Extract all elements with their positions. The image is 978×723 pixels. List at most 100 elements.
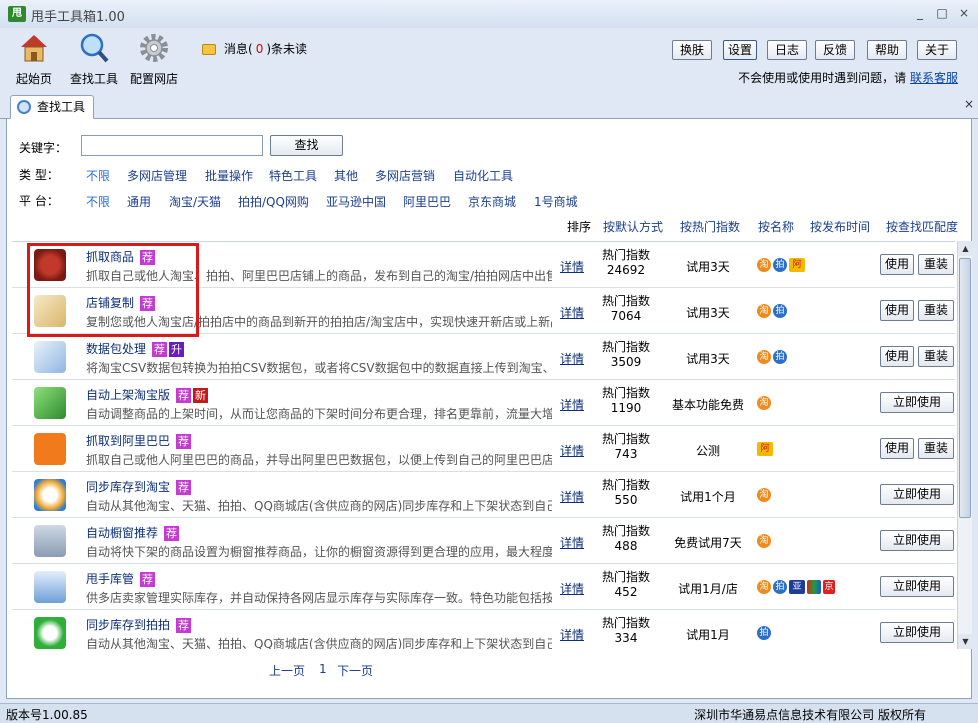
sort-name[interactable]: 按名称: [758, 218, 794, 235]
tool-name[interactable]: 抓取到阿里巴巴荐: [86, 432, 192, 449]
keyword-label: 关键字：: [19, 141, 68, 155]
type-filter-any[interactable]: 不限: [86, 167, 110, 184]
tool-desc: 抓取自己或他人阿里巴巴的商品，并导出阿里巴巴数据包，以便上传到自己的阿里巴巴店铺: [86, 453, 552, 467]
next-page-link[interactable]: 下一页: [337, 662, 373, 679]
hot-index: 热门指数 488: [598, 524, 654, 554]
detail-link[interactable]: 详情: [560, 488, 584, 505]
shop-platforms: 淘: [757, 395, 773, 411]
scroll-down-icon[interactable]: ▼: [958, 634, 973, 649]
shelf-arrow-icon: [34, 387, 66, 419]
taobao-icon: 淘: [757, 533, 771, 548]
toolbar-config-shop-label: 配置网店: [129, 72, 178, 86]
tool-name[interactable]: 甩手库管荐: [86, 570, 156, 587]
tool-desc: 自动从其他淘宝、天猫、拍拍、QQ商城店(含供应商的网店)同步库存和上下架状态到自…: [86, 499, 552, 513]
tool-name-text: 数据包处理: [86, 342, 147, 356]
platform-filter-amazon[interactable]: 亚马逊中国: [326, 193, 386, 210]
platform-filter-taobao[interactable]: 淘宝/天猫: [169, 193, 221, 210]
envelope-icon: [202, 44, 216, 55]
tool-row: 数据包处理荐升 将淘宝CSV数据包转换为拍拍CSV数据包，或者将CSV数据包中的…: [12, 334, 955, 380]
settings-button[interactable]: 设置: [723, 40, 757, 60]
help-button[interactable]: 帮助: [867, 40, 907, 60]
type-filter-marketing[interactable]: 多网店营销: [375, 167, 435, 184]
use-button[interactable]: 使用: [880, 346, 914, 367]
tool-name[interactable]: 数据包处理荐升: [86, 340, 185, 357]
detail-link[interactable]: 详情: [560, 534, 584, 551]
reinstall-button[interactable]: 重装: [918, 300, 954, 321]
sort-hot[interactable]: 按热门指数: [680, 218, 740, 235]
type-filter-featured[interactable]: 特色工具: [269, 167, 317, 184]
use-now-button[interactable]: 立即使用: [880, 530, 954, 551]
platform-filter-jd[interactable]: 京东商城: [468, 193, 516, 210]
taobao-icon: 淘: [757, 303, 771, 318]
use-button[interactable]: 使用: [880, 300, 914, 321]
inventory-icon: [34, 571, 66, 603]
scroll-up-icon[interactable]: ▲: [958, 241, 973, 256]
type-filter-automation[interactable]: 自动化工具: [453, 167, 513, 184]
platform-filter-general[interactable]: 通用: [127, 193, 151, 210]
platform-filter-yhd[interactable]: 1号商城: [534, 193, 578, 210]
use-button[interactable]: 使用: [880, 438, 914, 459]
about-button[interactable]: 关于: [917, 40, 957, 60]
tool-name[interactable]: 同步库存到拍拍荐: [86, 616, 192, 633]
log-button[interactable]: 日志: [767, 40, 807, 60]
use-button[interactable]: 使用: [880, 254, 914, 275]
paipai-icon: 拍: [757, 625, 771, 640]
toolbar-config-shop[interactable]: 配置网店: [124, 32, 184, 87]
sort-publish-time[interactable]: 按发布时间: [810, 218, 870, 235]
detail-link[interactable]: 详情: [560, 442, 584, 459]
use-now-button[interactable]: 立即使用: [880, 392, 954, 413]
main-toolbar: 起始页 查找工具 配置网店 消息(0)条未读 换肤 设置 日志 反馈 帮助 关于…: [0, 28, 978, 90]
keyword-input[interactable]: [81, 135, 263, 156]
use-now-button[interactable]: 立即使用: [880, 622, 954, 643]
reinstall-button[interactable]: 重装: [918, 346, 954, 367]
sort-match[interactable]: 按查找匹配度: [886, 218, 958, 235]
reinstall-button[interactable]: 重装: [918, 438, 954, 459]
prev-page-link[interactable]: 上一页: [269, 662, 305, 679]
copyright-label: 深圳市华通易点信息技术有限公司 版权所有: [694, 708, 926, 722]
tool-name[interactable]: 自动橱窗推荐荐: [86, 524, 180, 541]
toolbar-start-page[interactable]: 起始页: [4, 32, 64, 87]
find-tools-panel: 关键字： 查找 类 型： 不限 多网店管理 批量操作 特色工具 其他 多网店营销…: [6, 119, 973, 699]
minimize-button[interactable]: _: [912, 5, 928, 21]
hot-value: 3509: [610, 355, 642, 369]
detail-link[interactable]: 详情: [560, 626, 584, 643]
recommend-badge: 荐: [140, 572, 156, 587]
tool-name[interactable]: 自动上架淘宝版荐新: [86, 386, 209, 403]
tool-desc: 供多店卖家管理实际库存，并自动保持各网店显示库存与实际库存一致。特色功能包括按供…: [86, 591, 552, 605]
tab-find-tools[interactable]: 查找工具: [10, 95, 94, 119]
list-scrollbar[interactable]: ▲ ▼: [957, 241, 973, 649]
type-filter-multi-shop[interactable]: 多网店管理: [127, 167, 187, 184]
close-tab-icon[interactable]: ×: [964, 97, 974, 111]
platform-filter-paipai[interactable]: 拍拍/QQ网购: [238, 193, 309, 210]
type-filter-other[interactable]: 其他: [334, 167, 358, 184]
sync-paipai-icon: [34, 617, 66, 649]
detail-link[interactable]: 详情: [560, 258, 584, 275]
platform-filter-alibaba[interactable]: 阿里巴巴: [403, 193, 451, 210]
message-notice[interactable]: 消息(0)条未读: [202, 40, 307, 57]
close-window-button[interactable]: ×: [956, 5, 972, 21]
detail-link[interactable]: 详情: [560, 580, 584, 597]
detail-link[interactable]: 详情: [560, 304, 584, 321]
detail-link[interactable]: 详情: [560, 396, 584, 413]
reinstall-button[interactable]: 重装: [918, 254, 954, 275]
recommend-badge: 荐: [176, 388, 192, 403]
recommend-badge: 荐: [176, 434, 192, 449]
scroll-thumb[interactable]: [959, 258, 971, 518]
search-button[interactable]: 查找: [270, 135, 343, 156]
tool-name[interactable]: 同步库存到淘宝荐: [86, 478, 192, 495]
skin-button[interactable]: 换肤: [672, 40, 712, 60]
tool-name-text: 自动上架淘宝版: [86, 388, 171, 402]
contact-support-link[interactable]: 联系客服: [910, 71, 958, 85]
use-now-button[interactable]: 立即使用: [880, 576, 954, 597]
type-filter-batch[interactable]: 批量操作: [205, 167, 253, 184]
sort-default[interactable]: 按默认方式: [603, 218, 663, 235]
platform-filter-any[interactable]: 不限: [86, 193, 110, 210]
paipai-icon: 拍: [773, 257, 787, 272]
detail-link[interactable]: 详情: [560, 350, 584, 367]
home-icon: [21, 35, 47, 62]
hot-label: 热门指数: [601, 386, 650, 400]
use-now-button[interactable]: 立即使用: [880, 484, 954, 505]
feedback-button[interactable]: 反馈: [815, 40, 855, 60]
toolbar-find-tools[interactable]: 查找工具: [64, 32, 124, 87]
maximize-button[interactable]: □: [934, 5, 950, 21]
